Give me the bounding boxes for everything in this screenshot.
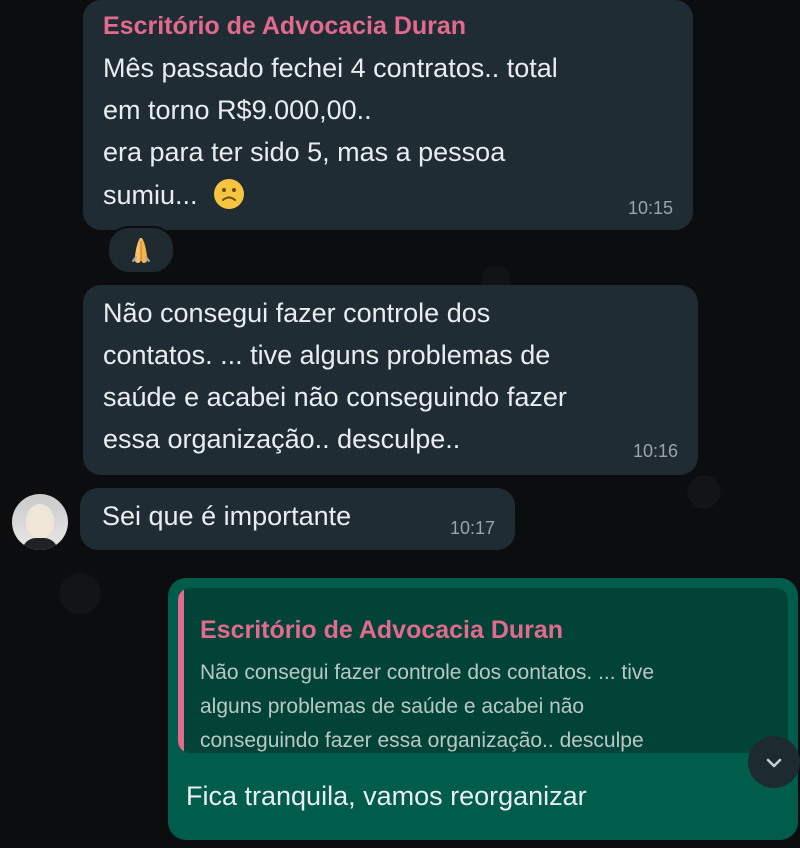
reply-sender-name: Escritório de Advocacia Duran <box>200 616 564 644</box>
avatar[interactable] <box>12 494 68 550</box>
message-line: era para ter sido 5, mas a pessoa <box>103 137 506 167</box>
reply-accent-bar <box>178 588 184 753</box>
message-time: 10:17 <box>449 518 495 538</box>
sender-name: Escritório de Advocacia Duran <box>103 12 467 40</box>
reply-text-line: Não consegui fazer controle dos contatos… <box>200 661 655 684</box>
outgoing-message-text: Fica tranquila, vamos reorganizar <box>186 781 587 811</box>
message-time: 10:15 <box>627 198 673 218</box>
message-bubble-1[interactable]: Escritório de Advocacia Duran Mês passad… <box>83 0 693 230</box>
reply-text-line: alguns problemas de saúde e acabei não <box>200 695 585 718</box>
message-bubble-3[interactable]: Sei que é importante 10:17 <box>80 488 515 550</box>
message-line: sumiu... <box>103 178 245 217</box>
message-line: em torno R$9.000,00.. <box>103 95 372 125</box>
message-line: essa organização.. desculpe.. <box>103 424 461 454</box>
message-line: Não consegui fazer controle dos <box>103 298 491 328</box>
pray-icon <box>132 238 150 263</box>
reaction-badge[interactable] <box>107 226 175 274</box>
quoted-reply[interactable]: Escritório de Advocacia Duran Não conseg… <box>178 588 788 753</box>
message-line: Sei que é importante <box>102 501 352 531</box>
message-bubble-2[interactable]: Não consegui fazer controle dos contatos… <box>83 285 698 475</box>
message-line: contatos. ... tive alguns problemas de <box>103 340 551 370</box>
reply-chevron-button[interactable] <box>748 736 800 788</box>
message-line: saúde e acabei não conseguindo fazer <box>103 382 567 412</box>
message-time: 10:16 <box>632 441 678 461</box>
sad-face-icon <box>213 178 245 217</box>
reply-text-line: conseguindo fazer essa organização.. des… <box>200 729 644 752</box>
message-text: sumiu... <box>103 180 198 210</box>
message-line: Mês passado fechei 4 contratos.. total <box>103 53 558 83</box>
outgoing-message-bubble[interactable]: Escritório de Advocacia Duran Não conseg… <box>168 578 798 840</box>
chevron-down-icon <box>766 758 782 768</box>
